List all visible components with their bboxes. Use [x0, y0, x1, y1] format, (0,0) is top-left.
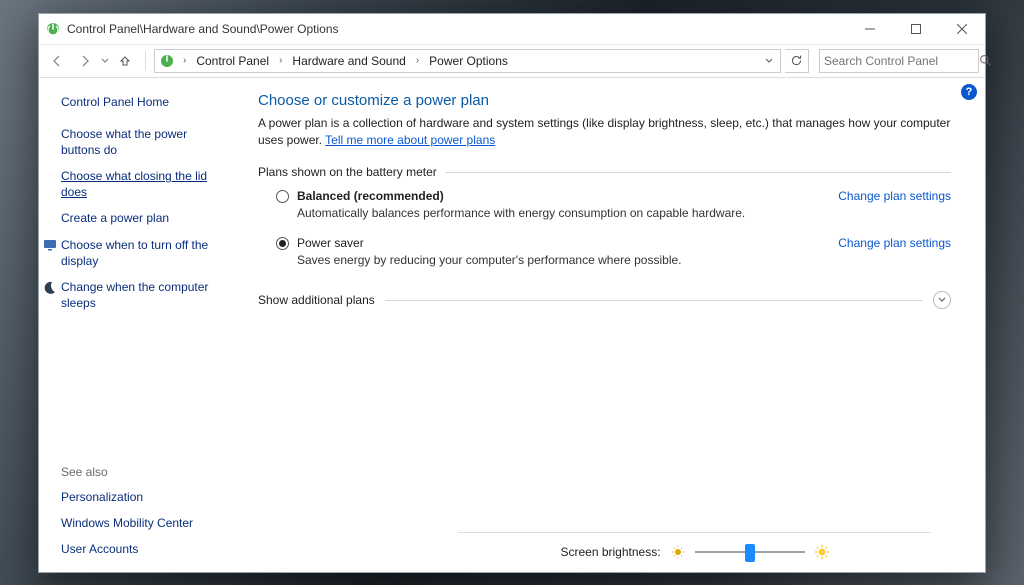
main-panel: Choose or customize a power plan A power… — [224, 78, 985, 572]
window: Control Panel\Hardware and Sound\Power O… — [38, 13, 986, 573]
page-description: A power plan is a collection of hardware… — [258, 115, 951, 150]
brightness-label: Screen brightness: — [560, 545, 660, 559]
chevron-right-icon[interactable]: › — [412, 55, 423, 66]
radio-power-saver[interactable] — [276, 237, 289, 250]
navigation-bar: › Control Panel › Hardware and Sound › P… — [39, 44, 985, 78]
plans-section-label: Plans shown on the battery meter — [258, 165, 951, 179]
maximize-button[interactable] — [893, 14, 939, 44]
chevron-right-icon[interactable]: › — [275, 55, 286, 66]
sun-dim-icon — [671, 545, 685, 559]
show-additional-plans[interactable]: Show additional plans — [258, 291, 951, 309]
user-accounts-link[interactable]: User Accounts — [61, 541, 214, 557]
power-options-icon — [45, 21, 61, 37]
see-also: See also Personalization Windows Mobilit… — [61, 465, 214, 558]
sun-bright-icon — [815, 545, 829, 559]
sidebar: Control Panel Home Choose what the power… — [39, 78, 224, 572]
minimize-button[interactable] — [847, 14, 893, 44]
turn-off-display-link[interactable]: Choose when to turn off the display — [61, 237, 214, 269]
up-button[interactable] — [113, 49, 137, 73]
breadcrumb[interactable]: › Control Panel › Hardware and Sound › P… — [154, 49, 781, 73]
sidebar-link: Choose what the power buttons do — [43, 126, 214, 158]
forward-button[interactable] — [73, 49, 97, 73]
titlebar: Control Panel\Hardware and Sound\Power O… — [39, 14, 985, 44]
search-box[interactable] — [819, 49, 979, 73]
mobility-center-link[interactable]: Windows Mobility Center — [61, 515, 214, 531]
sidebar-link: Choose what closing the lid does — [43, 168, 214, 200]
personalization-link[interactable]: Personalization — [61, 489, 214, 505]
sidebar-link: Create a power plan — [43, 210, 214, 226]
window-controls — [847, 14, 985, 44]
search-icon[interactable] — [979, 54, 992, 68]
power-plan-balanced: Balanced (recommended) Change plan setti… — [276, 189, 951, 220]
sidebar-link: Change when the computer sleeps — [43, 279, 214, 311]
window-title: Control Panel\Hardware and Sound\Power O… — [67, 22, 847, 36]
recent-dropdown-icon[interactable] — [101, 57, 109, 65]
see-also-header: See also — [61, 465, 214, 479]
change-plan-settings-link[interactable]: Change plan settings — [838, 236, 951, 250]
closing-lid-link[interactable]: Choose what closing the lid does — [61, 168, 214, 200]
power-plan-saver: Power saver Change plan settings Saves e… — [276, 236, 951, 267]
radio-balanced[interactable] — [276, 190, 289, 203]
brightness-slider[interactable] — [695, 542, 805, 562]
breadcrumb-icon — [159, 53, 175, 69]
sidebar-link: Choose when to turn off the display — [43, 237, 214, 269]
divider — [145, 51, 146, 71]
back-button[interactable] — [45, 49, 69, 73]
plan-description: Automatically balances performance with … — [297, 206, 951, 220]
page-heading: Choose or customize a power plan — [258, 92, 951, 109]
close-button[interactable] — [939, 14, 985, 44]
brightness-footer: Screen brightness: — [458, 532, 931, 572]
slider-thumb[interactable] — [745, 544, 755, 562]
breadcrumb-dropdown[interactable] — [760, 50, 776, 72]
breadcrumb-item[interactable]: Control Panel — [192, 52, 273, 70]
content-area: ? Control Panel Home Choose what the pow… — [39, 78, 985, 572]
moon-icon — [43, 280, 57, 294]
chevron-right-icon[interactable]: › — [179, 55, 190, 66]
more-info-link[interactable]: Tell me more about power plans — [325, 133, 495, 147]
search-input[interactable] — [824, 54, 979, 68]
plan-name[interactable]: Balanced (recommended) — [297, 189, 444, 203]
breadcrumb-item[interactable]: Power Options — [425, 52, 512, 70]
expand-label: Show additional plans — [258, 293, 375, 307]
breadcrumb-item[interactable]: Hardware and Sound — [288, 52, 409, 70]
change-plan-settings-link[interactable]: Change plan settings — [838, 189, 951, 203]
power-buttons-link[interactable]: Choose what the power buttons do — [61, 126, 214, 158]
plan-description: Saves energy by reducing your computer's… — [297, 253, 951, 267]
create-plan-link[interactable]: Create a power plan — [61, 210, 169, 226]
refresh-button[interactable] — [785, 49, 809, 73]
monitor-icon — [43, 238, 57, 252]
chevron-down-icon[interactable] — [933, 291, 951, 309]
computer-sleeps-link[interactable]: Change when the computer sleeps — [61, 279, 214, 311]
help-button[interactable]: ? — [961, 84, 977, 100]
plan-name[interactable]: Power saver — [297, 236, 364, 250]
control-panel-home-link[interactable]: Control Panel Home — [61, 94, 214, 110]
